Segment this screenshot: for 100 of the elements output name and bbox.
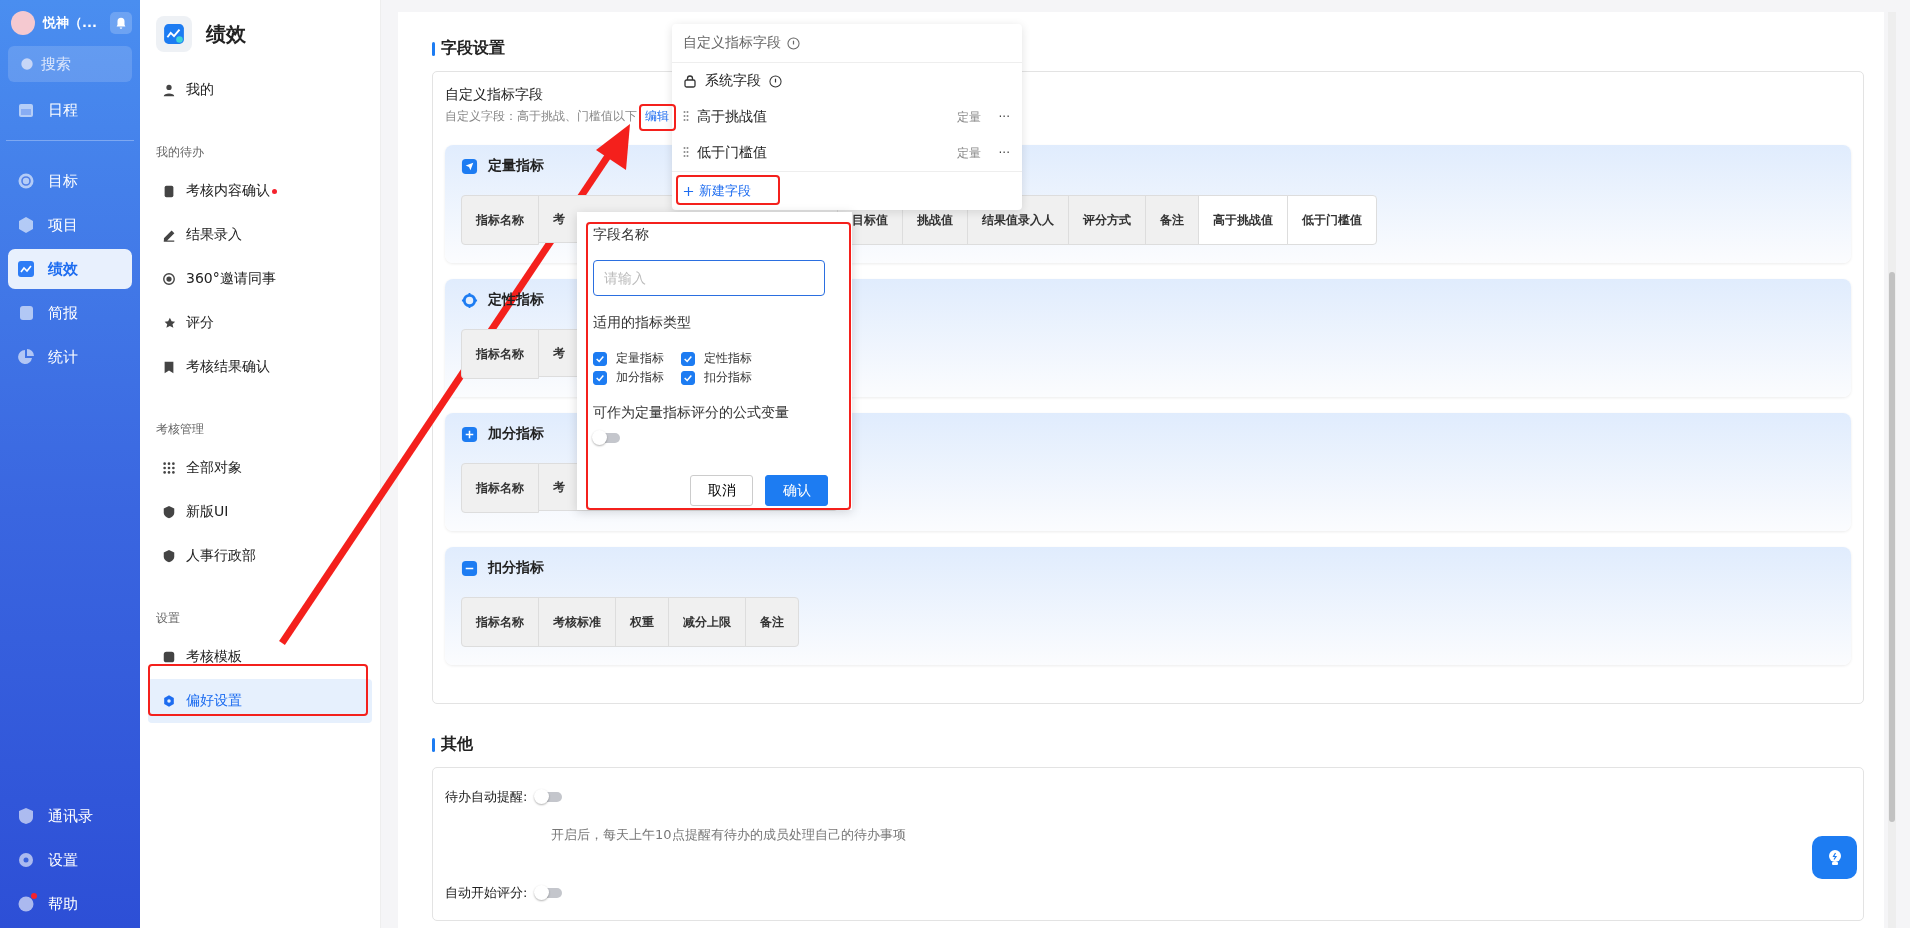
more-button[interactable]: ··· — [998, 110, 1010, 124]
scrollbar[interactable] — [1888, 12, 1896, 928]
nav-item[interactable]: 目标 — [8, 161, 132, 201]
field-item[interactable]: 高于挑战值 定量 ··· — [672, 99, 1022, 135]
edit-link[interactable]: 编辑 — [645, 108, 669, 125]
field-item[interactable]: 低于门槛值 定量 ··· — [672, 135, 1022, 171]
toggle-switch[interactable] — [535, 888, 563, 898]
lightbulb-button[interactable] — [1812, 836, 1857, 879]
dropdown-header: 自定义指标字段 — [683, 34, 781, 52]
menu-item-label: 偏好设置 — [186, 692, 242, 710]
table-header-cell: 权重 — [615, 597, 669, 647]
nav-item[interactable]: 日程 — [8, 90, 132, 130]
chart-icon — [16, 259, 36, 279]
menu-item[interactable]: 考核模板 — [148, 635, 372, 679]
menu-item[interactable]: 人事行政部 — [148, 534, 372, 578]
toggle-switch[interactable] — [535, 792, 563, 802]
checkbox-label: 定性指标 — [704, 350, 752, 367]
notification-button[interactable] — [110, 12, 132, 34]
check-icon — [683, 372, 693, 383]
minus-icon — [461, 559, 478, 577]
menu-item[interactable]: 新版UI — [148, 490, 372, 534]
cube-icon — [16, 215, 36, 235]
info-icon — [787, 36, 800, 50]
menu-item[interactable]: 全部对象 — [148, 446, 372, 490]
radio-icon — [162, 272, 176, 286]
drag-handle-icon[interactable] — [683, 110, 689, 124]
menu-item-label: 人事行政部 — [186, 547, 256, 565]
menu-item[interactable]: 偏好设置 — [148, 679, 372, 723]
star-icon — [162, 316, 176, 330]
table-header-cell: 备注 — [1145, 195, 1199, 245]
checkbox[interactable] — [681, 351, 695, 366]
table-header-cell: 高于挑战值 — [1198, 195, 1288, 245]
plus-icon — [683, 185, 694, 197]
bookmark-icon — [162, 360, 176, 374]
checkbox[interactable] — [681, 370, 695, 385]
field-name: 高于挑战值 — [697, 108, 768, 126]
table-header-cell: 指标名称 — [461, 597, 539, 647]
nav-item[interactable]: 简报 — [8, 293, 132, 333]
plus-icon — [461, 425, 478, 443]
contacts-icon — [16, 806, 36, 826]
menu-item[interactable]: 360°邀请同事 — [148, 257, 372, 301]
pen-icon — [162, 228, 176, 242]
person-icon — [162, 83, 176, 97]
toggle-switch[interactable] — [593, 433, 620, 443]
target-icon — [16, 171, 36, 191]
check-icon — [595, 372, 605, 383]
paper-plane-icon — [461, 157, 478, 175]
indicator-title: 定量指标 — [488, 157, 544, 175]
menu-item[interactable]: 我的 — [148, 68, 372, 112]
nav-item[interactable]: 项目 — [8, 205, 132, 245]
field-label: 适用的指标类型 — [593, 314, 692, 332]
chart-icon — [156, 16, 192, 52]
highlight-frame — [639, 104, 676, 131]
more-button[interactable]: ··· — [998, 146, 1010, 160]
field-type: 定量 — [956, 108, 981, 126]
hexagon-icon — [162, 694, 176, 708]
section-heading: 其他 — [441, 734, 473, 755]
setting-label: 自动开始评分: — [445, 884, 528, 902]
info-icon — [769, 74, 782, 88]
shield-icon — [162, 549, 176, 563]
settings-icon — [16, 850, 36, 870]
confirm-button[interactable]: 确认 — [765, 475, 828, 506]
menu-item-label: 评分 — [186, 314, 214, 332]
table-header-cell: 指标名称 — [461, 195, 539, 245]
menu-item[interactable]: 考核内容确认 — [148, 169, 372, 213]
checkbox[interactable] — [593, 370, 607, 385]
shield-icon — [162, 505, 176, 519]
menu-item-label: 全部对象 — [186, 459, 242, 477]
table-header-cell: 指标名称 — [461, 463, 539, 513]
summary-text: 自定义字段：高于挑战、门槛值以下 — [445, 108, 637, 125]
menu-item[interactable]: 考核结果确认 — [148, 345, 372, 389]
menu-item-label: 考核内容确认 — [186, 182, 270, 200]
nav-item[interactable]: 帮助 — [8, 884, 132, 924]
table-header-cell: 减分上限 — [668, 597, 746, 647]
table-header-cell: 评分方式 — [1068, 195, 1146, 245]
drag-handle-icon[interactable] — [683, 146, 689, 160]
field-name-input[interactable]: 请输入 — [593, 260, 825, 296]
checkbox[interactable] — [593, 351, 607, 366]
cancel-button[interactable]: 取消 — [690, 475, 753, 506]
nav-item[interactable]: 设置 — [8, 840, 132, 880]
avatar[interactable] — [11, 11, 35, 35]
search-placeholder: 搜索 — [41, 54, 71, 74]
menu-item[interactable]: 结果录入 — [148, 213, 372, 257]
check-icon — [683, 353, 693, 364]
field-label: 字段名称 — [593, 226, 650, 244]
table-header-cell: 低于门槛值 — [1287, 195, 1377, 245]
table-header-cell: 指标名称 — [461, 329, 539, 379]
module-title: 绩效 — [206, 20, 246, 48]
menu-group-heading: 考核管理 — [155, 421, 205, 438]
setting-label: 待办自动提醒: — [445, 788, 528, 806]
setting-hint: 开启后，每天上午10点提醒有待办的成员处理自己的待办事项 — [551, 826, 907, 844]
nav-item[interactable]: 绩效 — [8, 249, 132, 289]
menu-item[interactable]: 评分 — [148, 301, 372, 345]
nav-item[interactable]: 统计 — [8, 337, 132, 377]
nav-item[interactable]: 通讯录 — [8, 796, 132, 836]
card-title: 自定义指标字段 — [445, 86, 543, 104]
check-icon — [595, 353, 605, 364]
field-name: 低于门槛值 — [697, 144, 768, 162]
grid-icon — [162, 461, 176, 475]
bell-icon — [114, 16, 128, 30]
